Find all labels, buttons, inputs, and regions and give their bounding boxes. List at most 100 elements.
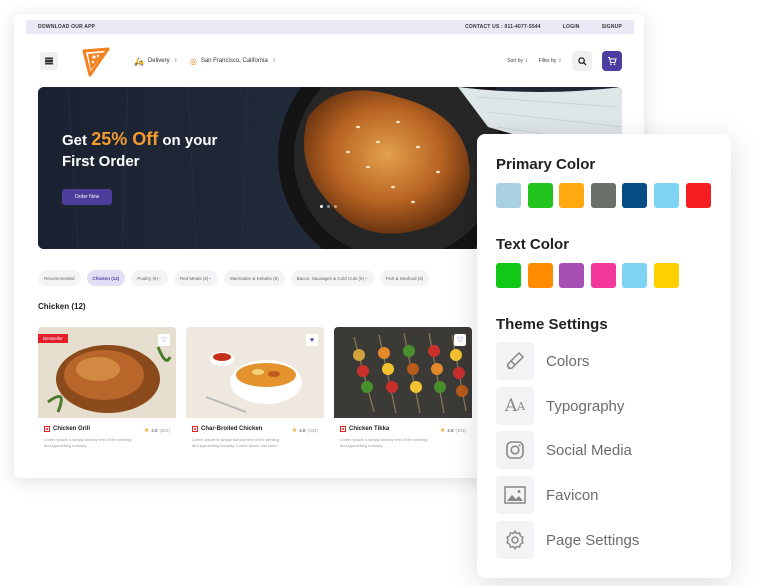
order-now-button[interactable]: Order Now bbox=[62, 189, 112, 205]
setting-page-settings[interactable]: Page Settings bbox=[496, 521, 716, 559]
menu-item-card[interactable]: ♥ Char-Broiled Chicken ★ 4.8 (103) Lorem I… bbox=[186, 327, 324, 455]
promo-discount: 25% Off bbox=[91, 129, 159, 149]
item-name-text: Chicken Tikka bbox=[349, 426, 390, 432]
theme-settings-title: Theme Settings bbox=[496, 316, 608, 333]
text-color-swatch[interactable] bbox=[527, 263, 553, 288]
category-label: Bacon, Sausages & Cold Cuts (6) bbox=[296, 275, 364, 281]
text-color-swatch[interactable] bbox=[622, 263, 648, 288]
item-rating: ★ 4.5 (201) bbox=[144, 427, 170, 434]
text-color-swatch[interactable] bbox=[590, 263, 616, 288]
primary-color-swatch[interactable] bbox=[590, 183, 616, 208]
category-tab[interactable]: Bacon, Sausages & Cold Cuts (6) ⌄ bbox=[290, 270, 374, 286]
nonveg-icon bbox=[44, 426, 50, 432]
desc-line: Lorem Ipsum is simply dummy text of the … bbox=[192, 437, 279, 442]
location-label: San Francisco, California bbox=[200, 58, 268, 64]
primary-color-swatch[interactable] bbox=[527, 183, 553, 208]
rating-value: 4.8 bbox=[447, 428, 454, 433]
chevron-updown-icon: ⇕ bbox=[173, 58, 178, 64]
carousel-dot[interactable] bbox=[334, 205, 337, 208]
category-tab[interactable]: Chicken (12) bbox=[86, 270, 126, 286]
setting-label: Favicon bbox=[546, 486, 599, 504]
food-image: ♥ bbox=[186, 327, 324, 418]
primary-color-title: Primary Color bbox=[496, 156, 596, 173]
promo-headline: Get 25% Off on your First Order bbox=[62, 129, 217, 172]
primary-color-swatches bbox=[496, 183, 711, 208]
category-label: Chicken (12) bbox=[92, 275, 120, 281]
food-image: ♡ bbox=[334, 327, 472, 418]
nonveg-icon bbox=[192, 426, 198, 432]
sort-dropdown[interactable]: Sort by ⇕ bbox=[507, 58, 528, 64]
carousel-dots bbox=[320, 205, 337, 208]
setting-colors[interactable]: Colors bbox=[496, 342, 716, 380]
setting-label: Social Media bbox=[546, 441, 632, 459]
carousel-dot[interactable] bbox=[327, 205, 330, 208]
filter-label: Filter by bbox=[538, 58, 557, 64]
cart-button[interactable] bbox=[602, 51, 622, 71]
chevron-down-icon: ⌄ bbox=[208, 275, 213, 280]
primary-color-swatch[interactable] bbox=[653, 183, 679, 208]
desc-line: and typesetting industry. bbox=[44, 443, 88, 448]
heart-outline-icon: ♡ bbox=[160, 337, 168, 344]
primary-color-swatch[interactable] bbox=[622, 183, 648, 208]
download-app-link[interactable]: DOWNLOAD OUR APP bbox=[38, 24, 95, 30]
section-title: Chicken (12) bbox=[38, 302, 86, 311]
primary-color-swatch[interactable] bbox=[685, 183, 711, 208]
delivery-selector[interactable]: 🛵 Delivery ⇕ bbox=[134, 57, 178, 66]
item-name-text: Chicken Grill bbox=[53, 426, 91, 432]
skewers-image bbox=[334, 327, 472, 418]
favorite-button[interactable]: ♡ bbox=[454, 334, 466, 346]
location-selector[interactable]: ◎ San Francisco, California ⇕ bbox=[190, 57, 276, 66]
category-tab[interactable]: Fish & Seafood (6) bbox=[379, 270, 430, 286]
search-button[interactable] bbox=[572, 51, 592, 71]
setting-social-media[interactable]: Social Media bbox=[496, 431, 716, 469]
primary-color-swatch[interactable] bbox=[496, 183, 521, 208]
item-rating: ★ 4.8 (103) bbox=[440, 427, 466, 434]
login-link[interactable]: LOGIN bbox=[563, 24, 580, 30]
menu-item-card[interactable]: ♡ Chicken Tikka ★ 4.8 (103) Lorem Ipsum is… bbox=[334, 327, 472, 455]
pizza-logo-icon[interactable] bbox=[80, 45, 112, 77]
text-color-swatch[interactable] bbox=[653, 263, 679, 288]
contact-text: CONTACT US : 011-4077-5544 bbox=[465, 24, 541, 30]
star-icon: ★ bbox=[439, 428, 446, 434]
text-color-swatch[interactable] bbox=[496, 263, 521, 288]
hamburger-icon bbox=[45, 60, 53, 62]
rating-count: (103) bbox=[307, 428, 318, 433]
bowl-dish-image bbox=[186, 327, 324, 418]
category-label: Fish & Seafood (6) bbox=[385, 275, 424, 281]
gear-icon bbox=[496, 521, 534, 559]
category-label: Recommended bbox=[44, 275, 75, 281]
rating-count: (103) bbox=[455, 428, 466, 433]
category-tab[interactable]: Recommended bbox=[38, 270, 81, 286]
heart-filled-icon: ♥ bbox=[309, 336, 315, 344]
food-image: Bestseller ♡ bbox=[38, 327, 176, 418]
menu-button[interactable] bbox=[40, 52, 58, 70]
category-label: Poultry (8) bbox=[137, 275, 159, 281]
category-tab[interactable]: Marinades & Kebabs (6) bbox=[224, 270, 285, 286]
scooter-icon: 🛵 bbox=[134, 56, 144, 66]
search-icon bbox=[577, 56, 587, 66]
desc-line: and typesetting industry. Lorem Ipsum ha… bbox=[192, 443, 281, 448]
category-tab[interactable]: Poultry (8) ⌄ bbox=[131, 270, 168, 286]
location-target-icon: ◎ bbox=[189, 56, 197, 66]
text-color-swatch[interactable] bbox=[559, 263, 585, 288]
filter-dropdown[interactable]: Filter by ⇕ bbox=[539, 58, 562, 64]
item-name: Chicken Grill bbox=[44, 426, 90, 432]
item-description: Lorem Ipsum is simply dummy text of the … bbox=[192, 437, 318, 449]
item-name-text: Char-Broiled Chicken bbox=[201, 426, 263, 432]
star-icon: ★ bbox=[291, 428, 298, 434]
desc-line: Lorem Ipsum is simply dummy text of the … bbox=[44, 437, 131, 442]
category-tab[interactable]: Red Meats (6) ⌄ bbox=[173, 270, 219, 286]
setting-label: Colors bbox=[546, 352, 590, 370]
setting-typography[interactable]: AA Typography bbox=[496, 387, 716, 425]
setting-favicon[interactable]: Favicon bbox=[496, 476, 716, 514]
text-color-title: Text Color bbox=[496, 236, 570, 253]
menu-item-card[interactable]: Bestseller ♡ Chicken Grill ★ 4.5 (201) Lor… bbox=[38, 327, 176, 455]
category-label: Red Meats (6) bbox=[179, 275, 209, 281]
item-rating: ★ 4.8 (103) bbox=[292, 427, 318, 434]
setting-label: Typography bbox=[546, 397, 625, 415]
carousel-dot[interactable] bbox=[320, 205, 323, 208]
favorite-button[interactable]: ♥ bbox=[306, 334, 318, 346]
favorite-button[interactable]: ♡ bbox=[158, 334, 170, 346]
primary-color-swatch[interactable] bbox=[559, 183, 585, 208]
signup-link[interactable]: SIGNUP bbox=[602, 24, 622, 30]
